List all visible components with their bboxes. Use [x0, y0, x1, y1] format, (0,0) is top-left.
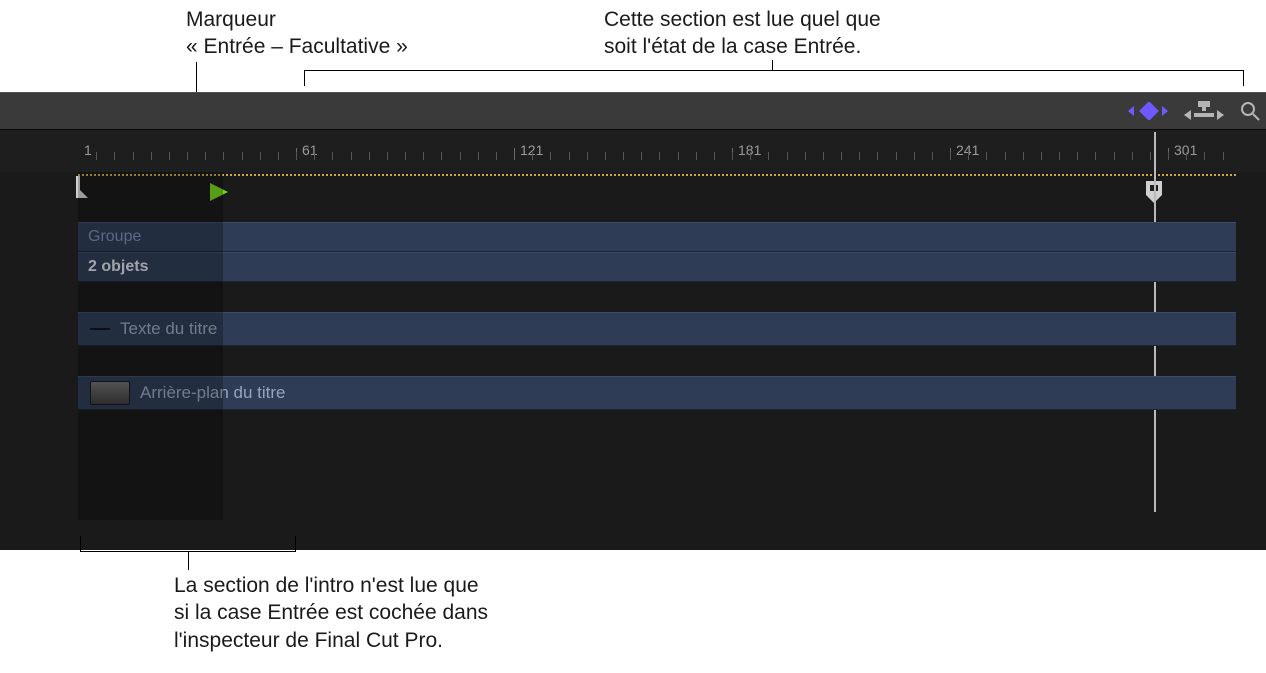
ruler-minor-tick	[205, 152, 206, 160]
ruler-minor-tick	[932, 152, 933, 160]
group-container: Groupe 2 objets	[78, 222, 1236, 282]
callout-line	[188, 552, 189, 570]
ruler-minor-tick	[623, 152, 624, 160]
ruler-minor-tick	[823, 152, 824, 160]
ruler-minor-tick	[260, 152, 261, 160]
timeline-panel: 1 61 121 181 241 301	[0, 92, 1266, 550]
ruler-minor-tick	[278, 152, 279, 160]
timeline-toolbar	[0, 92, 1266, 130]
tracks-area: Groupe 2 objets Texte du titre Arrière-p…	[78, 222, 1236, 410]
ruler-minor-tick	[478, 152, 479, 160]
ruler-minor-tick	[405, 152, 406, 160]
ruler-minor-tick	[369, 152, 370, 160]
ruler-minor-tick	[877, 152, 878, 160]
callout-marker-in: Marqueur « Entrée – Facultative »	[186, 6, 408, 61]
ruler-minor-tick	[423, 152, 424, 160]
ruler-minor-tick	[532, 152, 533, 160]
ruler-minor-tick	[1114, 152, 1115, 160]
ruler-minor-tick	[986, 152, 987, 160]
ruler-minor-tick	[1077, 152, 1078, 160]
ruler-minor-tick	[896, 152, 897, 160]
ruler-minor-tick	[387, 152, 388, 160]
ruler-minor-tick	[696, 152, 697, 160]
ruler-minor-tick	[1168, 152, 1169, 160]
build-in-marker-icon[interactable]	[210, 183, 228, 206]
clip-nav-icon[interactable]	[1184, 101, 1224, 121]
group-count-row[interactable]: 2 objets	[78, 252, 1236, 282]
ruler-minor-tick	[787, 152, 788, 160]
ruler-minor-tick	[1041, 152, 1042, 160]
ruler-minor-tick	[1223, 152, 1224, 160]
ruler-minor-tick	[1204, 152, 1205, 160]
ruler-minor-tick	[859, 152, 860, 160]
ruler-minor-tick	[1095, 152, 1096, 160]
callout-played-section: Cette section est lue quel que soit l'ét…	[604, 6, 881, 61]
ruler-minor-tick	[1005, 152, 1006, 160]
ruler-minor-tick	[678, 152, 679, 160]
ruler-minor-tick	[151, 152, 152, 160]
ruler-minor-tick	[496, 152, 497, 160]
ruler-minor-tick	[223, 152, 224, 160]
clip-thumbnail-icon	[90, 381, 130, 405]
text-layer-line-icon	[90, 328, 110, 330]
ruler-minor-tick	[732, 152, 733, 160]
group-header-label: Groupe	[88, 228, 141, 246]
ruler-minor-tick	[659, 152, 660, 160]
bracket-played-section	[304, 70, 1244, 86]
project-in-marker-icon[interactable]	[76, 176, 90, 203]
timeline-span-line	[78, 174, 1236, 176]
callout-intro-section: La section de l'intro n'est lue que si l…	[174, 572, 488, 654]
ruler-minor-tick	[332, 152, 333, 160]
ruler-minor-tick	[550, 152, 551, 160]
ruler-minor-tick	[750, 152, 751, 160]
ruler-minor-tick	[351, 152, 352, 160]
ruler-tick	[514, 148, 515, 160]
ruler-minor-tick	[1023, 152, 1024, 160]
ruler-tick-label: 1	[84, 142, 92, 158]
ruler-minor-tick	[1059, 152, 1060, 160]
ruler-track[interactable]: 1 61 121 181 241 301	[78, 130, 1266, 172]
timeline-ruler[interactable]: 1 61 121 181 241 301	[0, 130, 1266, 172]
ruler-minor-tick	[133, 152, 134, 160]
bracket-intro-section	[80, 536, 296, 552]
track-row[interactable]: Texte du titre	[78, 312, 1236, 346]
ruler-minor-tick	[296, 152, 297, 160]
ruler-minor-tick	[441, 152, 442, 160]
ruler-minor-tick	[841, 152, 842, 160]
ruler-minor-tick	[114, 152, 115, 160]
ruler-minor-tick	[587, 152, 588, 160]
ruler-minor-tick	[187, 152, 188, 160]
ruler-minor-tick	[768, 152, 769, 160]
ruler-minor-tick	[96, 152, 97, 160]
ruler-minor-tick	[714, 152, 715, 160]
keyframe-nav-icon[interactable]	[1128, 102, 1168, 120]
track-label: Texte du titre	[120, 319, 217, 339]
ruler-minor-tick	[569, 152, 570, 160]
ruler-minor-tick	[1132, 152, 1133, 160]
ruler-minor-tick	[242, 152, 243, 160]
track-label: Arrière-plan du titre	[140, 383, 286, 403]
search-icon[interactable]	[1240, 101, 1260, 121]
ruler-minor-tick	[605, 152, 606, 160]
ruler-minor-tick	[314, 152, 315, 160]
group-header-row[interactable]: Groupe	[78, 222, 1236, 252]
ruler-minor-tick	[169, 152, 170, 160]
ruler-minor-tick	[460, 152, 461, 160]
track-row[interactable]: Arrière-plan du titre	[78, 376, 1236, 410]
ruler-minor-tick	[968, 152, 969, 160]
callout-line	[772, 60, 773, 71]
ruler-minor-tick	[1186, 152, 1187, 160]
ruler-minor-tick	[641, 152, 642, 160]
ruler-minor-tick	[1150, 152, 1151, 160]
ruler-minor-tick	[914, 152, 915, 160]
ruler-minor-tick	[805, 152, 806, 160]
group-count-label: 2 objets	[88, 258, 148, 276]
ruler-minor-tick	[950, 152, 951, 160]
ruler-tick-label: 61	[302, 142, 318, 158]
